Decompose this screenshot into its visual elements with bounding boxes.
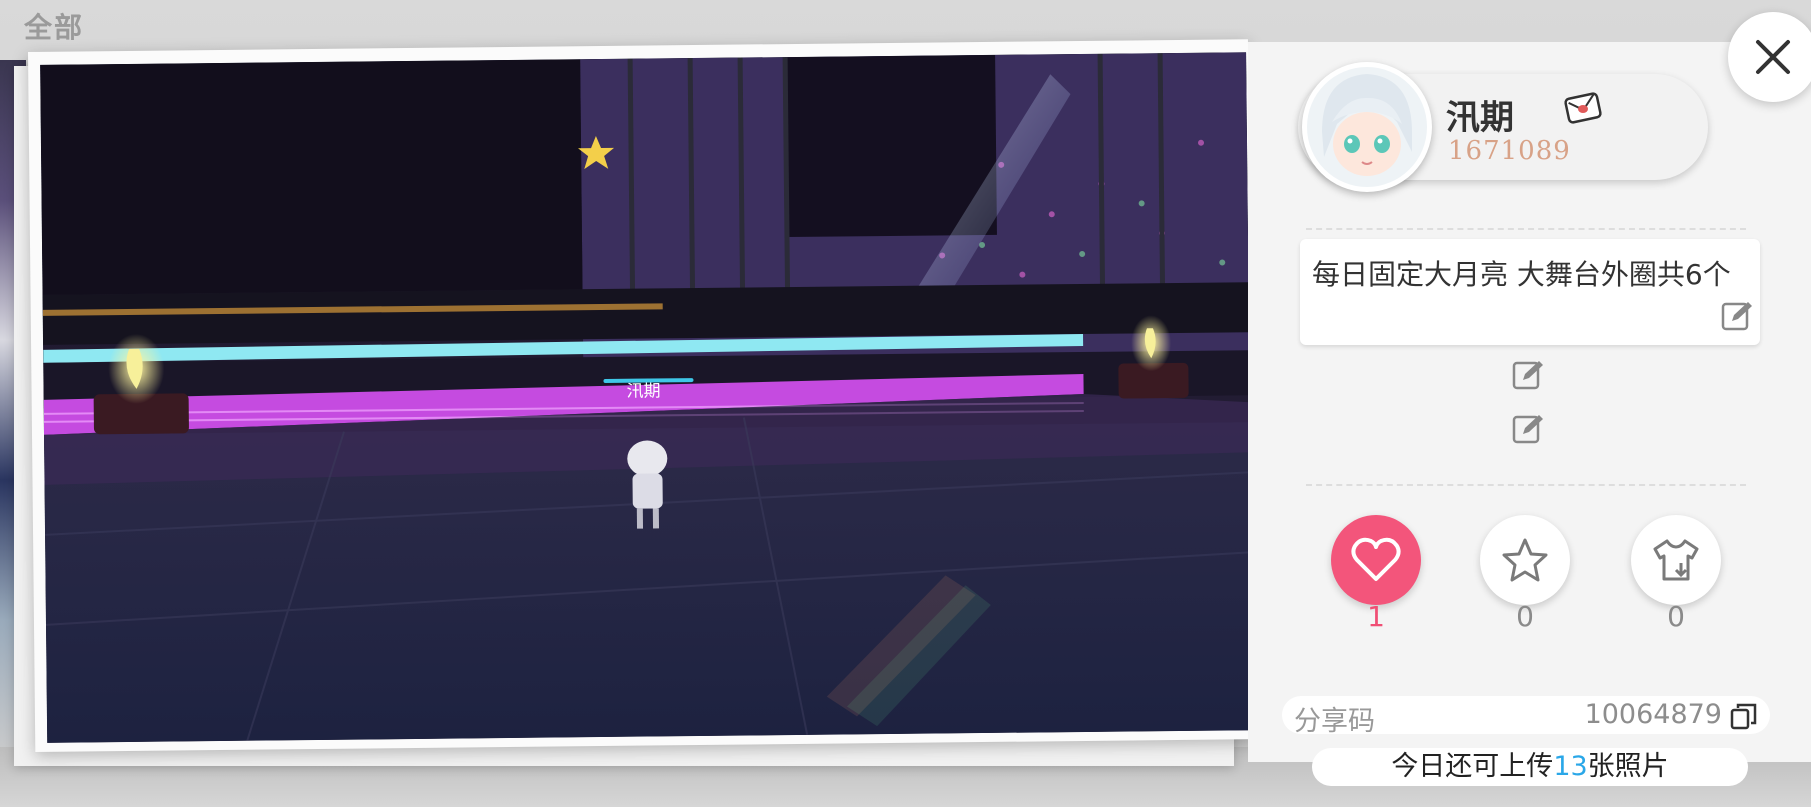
stage-scene: 汛期 xyxy=(40,52,1254,743)
description-box: 每日固定大月亮 大舞台外圈共6个 xyxy=(1300,239,1760,345)
edit-icon[interactable] xyxy=(1511,358,1545,392)
share-code-value: 10064879 xyxy=(1584,699,1722,730)
upload-remaining-bar: 今日还可上传13张照片 xyxy=(1312,748,1748,786)
close-button[interactable] xyxy=(1728,12,1811,102)
avatar[interactable] xyxy=(1302,62,1432,192)
close-icon xyxy=(1756,40,1790,74)
edit-icon[interactable] xyxy=(1511,412,1545,446)
like-count: 1 xyxy=(1367,600,1385,633)
like-button[interactable] xyxy=(1331,515,1421,605)
user-id: 1671089 xyxy=(1448,136,1571,166)
star-icon xyxy=(1502,538,1548,582)
player-nameplate: 汛期 xyxy=(626,381,660,400)
photo-frame: 汛期 xyxy=(28,39,1256,752)
outfit-count: 0 xyxy=(1667,600,1685,633)
photo-info-panel: 汛期 1671089 每日固定大月亮 大舞台外圈共6个 1 0 0 xyxy=(1248,42,1811,762)
upload-count: 13 xyxy=(1553,751,1588,782)
divider xyxy=(1306,484,1746,486)
shirt-download-icon xyxy=(1653,539,1699,581)
upload-prefix: 今日还可上传 xyxy=(1391,751,1554,782)
upload-suffix: 张照片 xyxy=(1587,751,1669,782)
envelope-icon xyxy=(1564,90,1604,126)
share-code-bar[interactable]: 分享码 10064879 xyxy=(1282,696,1770,737)
heart-icon xyxy=(1351,537,1401,581)
edit-icon[interactable] xyxy=(1720,299,1754,333)
background-tab-all: 全部 xyxy=(24,11,85,44)
outfit-download-button[interactable] xyxy=(1631,515,1721,605)
favorite-button[interactable] xyxy=(1480,515,1570,605)
photo-detail-modal: 汛期 汛期 1671089 每日固定大月亮 大舞台外圈共6个 1 0 0 xyxy=(14,39,1811,766)
photo-image[interactable]: 汛期 xyxy=(40,52,1254,743)
favorite-count: 0 xyxy=(1516,600,1534,633)
divider xyxy=(1306,228,1746,230)
share-code-label: 分享码 xyxy=(1294,706,1375,737)
description-text: 每日固定大月亮 大舞台外圈共6个 xyxy=(1312,258,1731,291)
username: 汛期 xyxy=(1446,98,1514,138)
copy-icon[interactable] xyxy=(1730,702,1758,730)
